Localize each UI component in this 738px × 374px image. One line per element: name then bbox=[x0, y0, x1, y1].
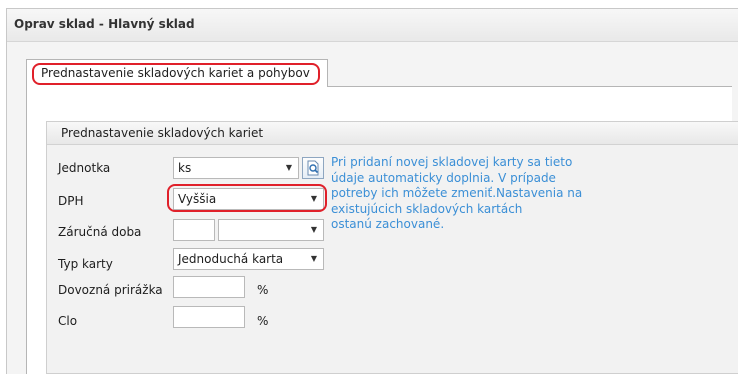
clo-input[interactable] bbox=[173, 306, 245, 328]
typ-karty-select[interactable]: Jednoduchá karta ▼ bbox=[173, 248, 324, 270]
group-header: Prednastavenie skladových kariet bbox=[47, 122, 738, 145]
dovozna-prirazka-input[interactable] bbox=[173, 276, 245, 298]
zarucna-doba-unit-select[interactable]: ▼ bbox=[218, 219, 324, 241]
info-text: Pri pridaní novej skladovej karty sa tie… bbox=[331, 155, 607, 233]
dph-label: DPH bbox=[58, 194, 84, 208]
dph-value: Vyššia bbox=[178, 192, 217, 206]
dovozna-prirazka-label: Dovozná prirážka bbox=[58, 283, 163, 297]
title-bar: Oprav sklad - Hlavný sklad bbox=[7, 9, 738, 42]
jednotka-select[interactable]: ks ▼ bbox=[173, 157, 299, 179]
clo-label: Clo bbox=[58, 314, 78, 328]
zarucna-doba-label: Záručná doba bbox=[58, 225, 142, 239]
jednotka-value: ks bbox=[178, 161, 192, 175]
tab-label: Prednastavenie skladových kariet a pohyb… bbox=[41, 66, 310, 80]
dph-select[interactable]: Vyššia ▼ bbox=[173, 188, 324, 210]
info-line: potreby ich môžete zmeniť.Nastavenia na bbox=[331, 186, 583, 200]
chevron-down-icon[interactable]: ▼ bbox=[305, 189, 323, 209]
clo-unit: % bbox=[257, 314, 269, 328]
zarucna-doba-input[interactable] bbox=[173, 219, 215, 241]
info-line: Pri pridaní novej skladovej karty sa tie… bbox=[331, 155, 573, 169]
chevron-down-icon[interactable]: ▼ bbox=[305, 220, 323, 240]
dovozna-prirazka-unit: % bbox=[257, 283, 269, 297]
chevron-down-icon[interactable]: ▼ bbox=[305, 249, 323, 269]
chevron-down-icon[interactable]: ▼ bbox=[280, 158, 298, 178]
search-document-icon bbox=[307, 160, 319, 176]
typ-karty-label: Typ karty bbox=[58, 257, 113, 271]
info-line: údaje automaticky doplnia. V prípade bbox=[331, 170, 556, 185]
tab-prednastavenie[interactable]: Prednastavenie skladových kariet a pohyb… bbox=[26, 59, 328, 87]
window-title: Oprav sklad - Hlavný sklad bbox=[14, 17, 195, 31]
typ-karty-value: Jednoduchá karta bbox=[178, 252, 284, 266]
info-line: existujúcich skladových kartách bbox=[331, 201, 523, 216]
lookup-button[interactable] bbox=[302, 157, 324, 179]
info-line: ostanú zachované. bbox=[331, 217, 445, 231]
jednotka-label: Jednotka bbox=[58, 161, 111, 175]
group-title: Prednastavenie skladových kariet bbox=[61, 126, 264, 140]
